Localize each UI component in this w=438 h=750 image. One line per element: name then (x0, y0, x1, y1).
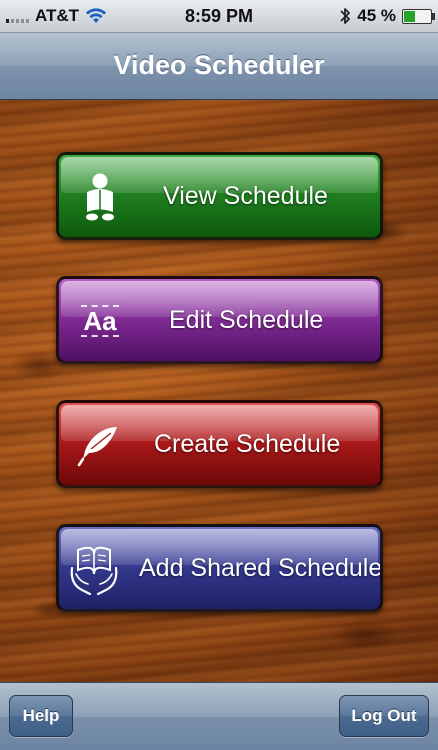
font-aa-icon: Aa (73, 293, 127, 349)
create-schedule-label: Create Schedule (154, 429, 341, 458)
edit-schedule-label: Edit Schedule (169, 305, 324, 334)
battery-percent: 45 % (357, 6, 396, 25)
view-schedule-button[interactable]: View Schedule (56, 152, 383, 240)
quill-icon (73, 417, 127, 473)
font-aa-text: Aa (81, 305, 119, 337)
battery-icon (402, 8, 435, 24)
view-schedule-label: View Schedule (163, 181, 328, 210)
main-menu-area: View Schedule Aa Edit Schedule Create Sc… (0, 100, 438, 682)
status-bar: AT&T 8:59 PM 45 % (0, 0, 438, 33)
hands-book-icon (67, 541, 121, 597)
help-button[interactable]: Help (9, 695, 73, 737)
wood-texture-detail (330, 620, 400, 650)
edit-schedule-button[interactable]: Aa Edit Schedule (56, 276, 383, 364)
add-shared-schedule-label: Add Shared Schedule (139, 553, 383, 582)
reading-person-icon (73, 169, 127, 225)
create-schedule-button[interactable]: Create Schedule (56, 400, 383, 488)
status-right-group: 45 % (339, 0, 435, 32)
bottom-toolbar: Help Log Out (0, 682, 438, 750)
navigation-bar: Video Scheduler (0, 33, 438, 100)
add-shared-schedule-button[interactable]: Add Shared Schedule (56, 524, 383, 612)
page-title: Video Scheduler (113, 50, 325, 80)
app-screen: AT&T 8:59 PM 45 % Video Scheduler View S… (0, 0, 438, 750)
log-out-button[interactable]: Log Out (339, 695, 429, 737)
battery-fill (404, 10, 415, 22)
bluetooth-icon (340, 8, 351, 24)
battery-tip (432, 12, 435, 20)
